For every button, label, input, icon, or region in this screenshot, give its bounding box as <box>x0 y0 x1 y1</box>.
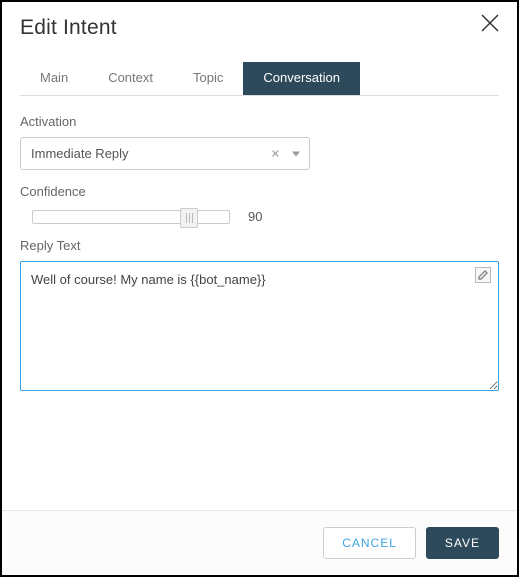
tab-bar: Main Context Topic Conversation <box>20 62 499 96</box>
reply-text-wrap <box>20 261 499 396</box>
pencil-icon[interactable] <box>475 267 491 283</box>
reply-text-label: Reply Text <box>20 238 499 253</box>
cancel-button[interactable]: CANCEL <box>323 527 416 559</box>
confidence-label: Confidence <box>20 184 499 199</box>
slider-thumb[interactable] <box>180 208 198 228</box>
reply-text-input[interactable] <box>20 261 499 391</box>
clear-icon[interactable]: ✕ <box>271 147 280 160</box>
chevron-down-icon[interactable] <box>292 151 300 156</box>
confidence-slider[interactable] <box>32 210 230 224</box>
dialog-content: Activation Immediate Reply ✕ Confidence … <box>2 96 517 510</box>
confidence-row: 90 <box>20 209 499 224</box>
close-icon[interactable] <box>481 14 499 32</box>
dialog-title: Edit Intent <box>20 16 117 40</box>
dialog-footer: CANCEL SAVE <box>2 510 517 575</box>
activation-label: Activation <box>20 114 499 129</box>
tab-conversation[interactable]: Conversation <box>243 62 360 95</box>
dialog-header: Edit Intent <box>2 2 517 40</box>
confidence-value: 90 <box>248 209 262 224</box>
tab-main[interactable]: Main <box>20 62 88 95</box>
tab-context[interactable]: Context <box>88 62 173 95</box>
activation-select[interactable]: Immediate Reply ✕ <box>20 137 310 170</box>
tab-topic[interactable]: Topic <box>173 62 243 95</box>
save-button[interactable]: SAVE <box>426 527 499 559</box>
activation-value[interactable]: Immediate Reply <box>20 137 310 170</box>
